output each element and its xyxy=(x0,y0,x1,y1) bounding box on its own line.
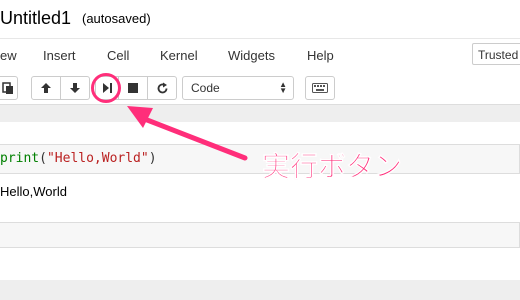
restart-icon xyxy=(156,82,169,95)
restart-kernel-button[interactable] xyxy=(147,76,177,100)
menu-help[interactable]: Help xyxy=(307,48,334,63)
cell-code: print("Hello,World") xyxy=(0,151,157,166)
paste-cells-icon xyxy=(2,81,14,95)
keyboard-icon xyxy=(312,83,328,93)
code-paren-close: ) xyxy=(148,151,157,166)
code-function: print xyxy=(0,151,40,166)
toolbar: Code ▲ ▼ xyxy=(0,74,520,105)
code-string: "Hello,World" xyxy=(46,151,149,166)
run-cell-icon xyxy=(101,82,113,94)
menu-view[interactable]: ew xyxy=(0,48,17,63)
annotation-label: 実行ボタン xyxy=(262,151,403,183)
menu-insert[interactable]: Insert xyxy=(43,48,76,63)
code-cell-input[interactable]: print("Hello,World") xyxy=(0,144,520,174)
menu-kernel[interactable]: Kernel xyxy=(160,48,198,63)
notebook-header: Untitled1 (autosaved) xyxy=(0,0,520,38)
cell-output: Hello,World xyxy=(0,184,67,199)
move-up-icon xyxy=(40,82,52,94)
paste-cells-button[interactable] xyxy=(0,76,18,100)
menu-cell[interactable]: Cell xyxy=(107,48,129,63)
interrupt-kernel-button[interactable] xyxy=(118,76,148,100)
interrupt-icon xyxy=(127,82,139,94)
menu-bar: ew Insert Cell Kernel Widgets Help xyxy=(0,38,520,75)
select-caret-icon: ▲ ▼ xyxy=(279,80,287,95)
code-paren-open: ( xyxy=(39,151,47,166)
cell-type-select[interactable]: Code ▲ ▼ xyxy=(182,76,294,100)
move-down-icon xyxy=(69,82,81,94)
command-palette-button[interactable] xyxy=(305,76,335,100)
notebook-title[interactable]: Untitled1 xyxy=(0,8,71,29)
cell-type-value: Code xyxy=(191,81,220,95)
move-down-button[interactable] xyxy=(60,76,90,100)
move-up-button[interactable] xyxy=(31,76,61,100)
autosave-status: (autosaved) xyxy=(82,11,151,26)
run-cell-button[interactable] xyxy=(95,76,119,100)
trusted-indicator[interactable]: Trusted xyxy=(472,43,520,65)
empty-code-cell[interactable] xyxy=(0,222,520,248)
menu-widgets[interactable]: Widgets xyxy=(228,48,275,63)
